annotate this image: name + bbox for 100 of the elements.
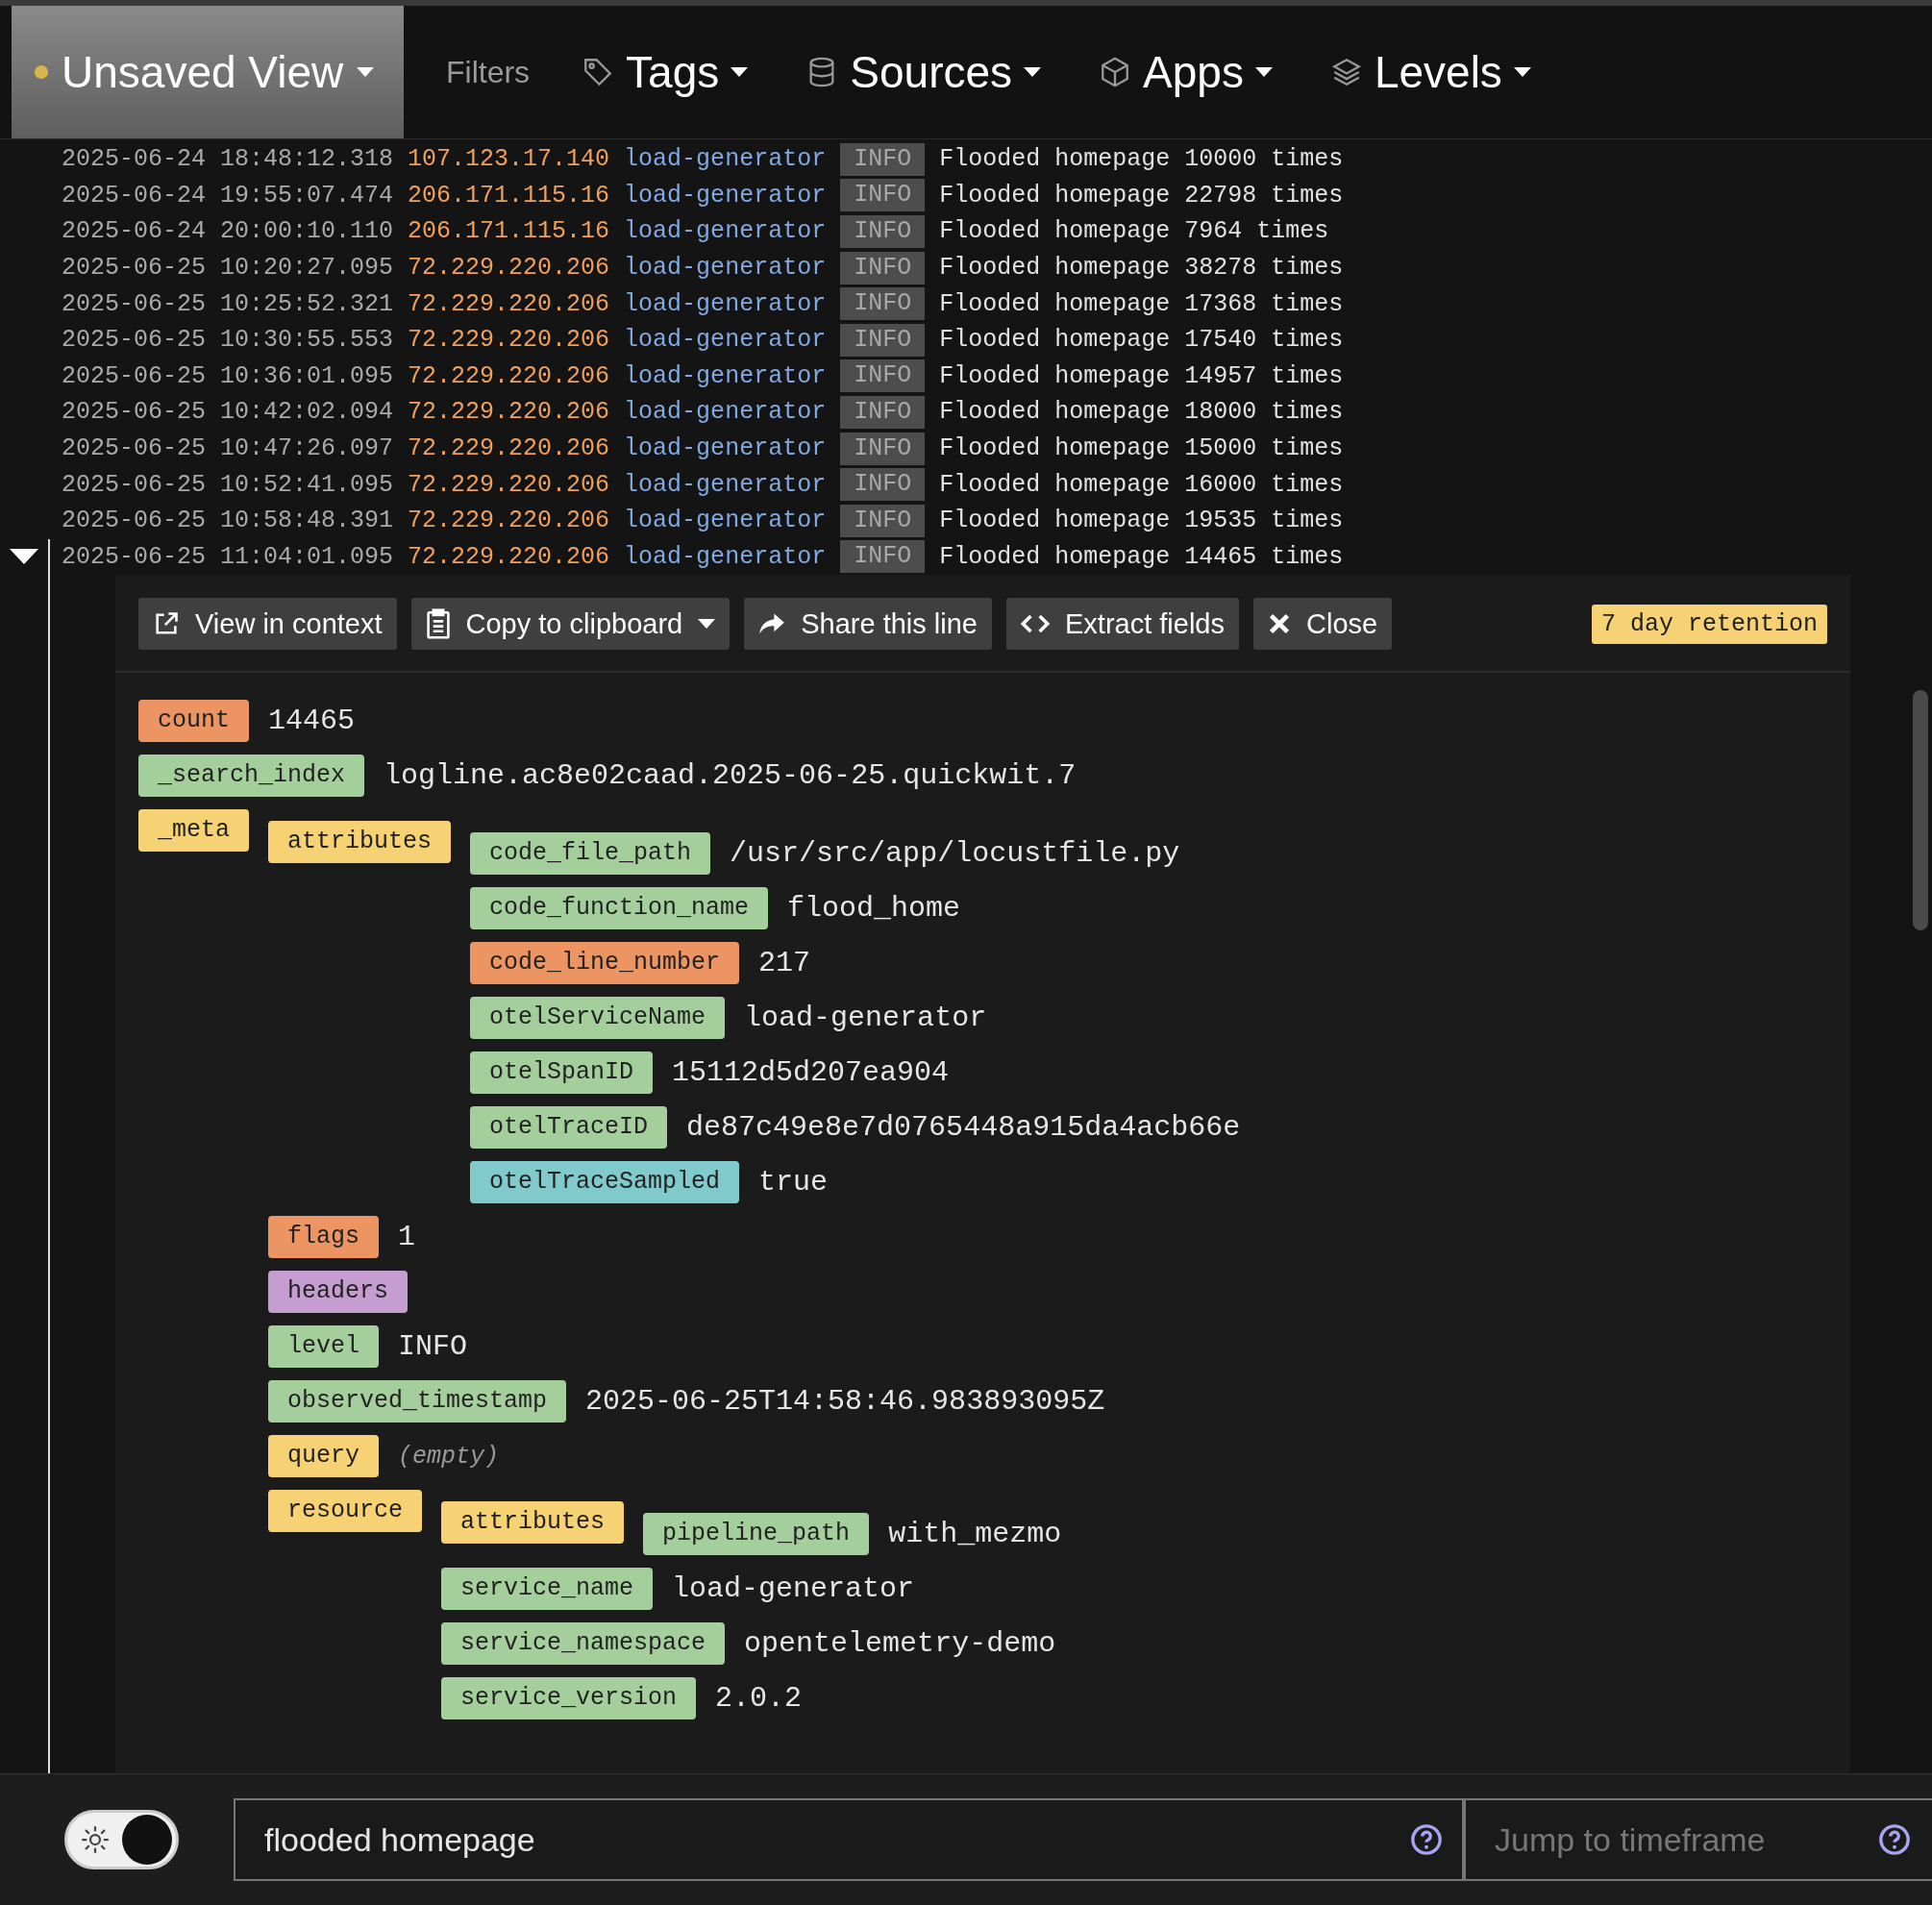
- caret-icon: [698, 619, 716, 630]
- field-value: (empty): [398, 1442, 500, 1471]
- log-host: 72.229.220.206: [408, 470, 610, 499]
- log-row[interactable]: 2025-06-24 20:00:10.110 206.171.115.16 load-generator INFO Flooded homepage 7964 times: [0, 213, 1932, 250]
- field-value: 2.0.2: [715, 1682, 803, 1716]
- field-value: 15112d5d207ea904: [672, 1056, 950, 1090]
- log-row[interactable]: 2025-06-24 19:55:07.474 206.171.115.16 load-generator INFO Flooded homepage 22798 times: [0, 177, 1932, 214]
- log-level-badge: INFO: [840, 215, 926, 248]
- log-host: 72.229.220.206: [408, 289, 610, 318]
- field-value: true: [758, 1166, 829, 1200]
- filter-menu-button[interactable]: Levels: [1324, 6, 1537, 138]
- log-app: load-generator: [624, 254, 827, 283]
- field-key-tag[interactable]: level: [268, 1325, 380, 1369]
- field-value: load-generator: [744, 1002, 987, 1035]
- field-value: 1: [398, 1221, 416, 1254]
- field-key-tag[interactable]: flags: [268, 1216, 380, 1259]
- log-level-badge: INFO: [840, 504, 926, 537]
- log-host: 72.229.220.206: [408, 361, 610, 390]
- log-app: load-generator: [624, 434, 827, 463]
- field-key-tag[interactable]: code_function_name: [470, 887, 769, 930]
- log-level-badge: INFO: [840, 142, 926, 176]
- log-host: 72.229.220.206: [408, 254, 610, 283]
- filter-menu-button[interactable]: Tags: [576, 6, 755, 138]
- help-icon[interactable]: [1410, 1823, 1443, 1856]
- log-host: 72.229.220.206: [408, 398, 610, 427]
- field-key-tag[interactable]: code_file_path: [470, 832, 711, 876]
- log-level-badge: INFO: [840, 432, 926, 465]
- log-app: load-generator: [624, 289, 827, 318]
- log-message: Flooded homepage 16000 times: [939, 470, 1344, 499]
- log-app: load-generator: [624, 398, 827, 427]
- field-key-tag[interactable]: headers: [268, 1271, 409, 1314]
- log-timestamp: 2025-06-25 10:30:55.553: [62, 326, 394, 355]
- caret-icon: [731, 67, 749, 77]
- log-row[interactable]: 2025-06-25 10:42:02.094 72.229.220.206 load-generator INFO Flooded homepage 18000 times: [0, 394, 1932, 431]
- field-value: logline.ac8e02caad.2025-06-25.quickwit.7: [384, 759, 1077, 793]
- action-button[interactable]: Share this line: [744, 598, 992, 651]
- field-key-tag[interactable]: service_name: [441, 1568, 654, 1611]
- log-app: load-generator: [624, 361, 827, 390]
- action-button[interactable]: Extract fields: [1006, 598, 1239, 651]
- log-app: load-generator: [624, 326, 827, 355]
- help-icon[interactable]: [1878, 1823, 1911, 1856]
- field-key-tag[interactable]: attributes: [268, 821, 452, 864]
- log-level-badge: INFO: [840, 359, 926, 393]
- log-level-badge: INFO: [840, 468, 926, 502]
- action-button[interactable]: View in context: [138, 598, 397, 651]
- action-button[interactable]: Close: [1253, 598, 1393, 651]
- caret-icon: [1513, 67, 1531, 77]
- log-row[interactable]: 2025-06-25 10:47:26.097 72.229.220.206 load-generator INFO Flooded homepage 15000 times: [0, 430, 1932, 467]
- log-level-badge: INFO: [840, 395, 926, 429]
- log-row[interactable]: 2025-06-25 10:58:48.391 72.229.220.206 load-generator INFO Flooded homepage 19535 times: [0, 502, 1932, 539]
- layers-icon: [1329, 56, 1363, 88]
- unsaved-dot-icon: [35, 65, 48, 79]
- log-message: Flooded homepage 14465 times: [939, 542, 1344, 571]
- log-app: load-generator: [624, 507, 827, 535]
- log-timestamp: 2025-06-25 10:36:01.095: [62, 361, 394, 390]
- log-row[interactable]: 2025-06-25 10:30:55.553 72.229.220.206 load-generator INFO Flooded homepage 17540 times: [0, 321, 1932, 359]
- field-key-tag[interactable]: _meta: [138, 809, 249, 853]
- action-button[interactable]: Copy to clipboard: [410, 598, 731, 651]
- field-key-tag[interactable]: service_namespace: [441, 1622, 726, 1666]
- log-timestamp: 2025-06-25 10:25:52.321: [62, 289, 394, 318]
- scrollbar-thumb[interactable]: [1913, 690, 1928, 931]
- log-row[interactable]: 2025-06-25 10:52:41.095 72.229.220.206 load-generator INFO Flooded homepage 16000 times: [0, 466, 1932, 503]
- search-field[interactable]: flooded homepage: [234, 1798, 1464, 1881]
- caret-icon: [1254, 67, 1273, 77]
- log-message: Flooded homepage 22798 times: [939, 181, 1344, 210]
- field-key-tag[interactable]: code_line_number: [470, 942, 740, 985]
- log-app: load-generator: [624, 145, 827, 174]
- field-key-tag[interactable]: otelSpanID: [470, 1051, 654, 1095]
- field-key-tag[interactable]: observed_timestamp: [268, 1380, 567, 1423]
- view-selector-button[interactable]: Unsaved View: [12, 6, 404, 138]
- field-key-tag[interactable]: attributes: [441, 1501, 625, 1545]
- log-app: load-generator: [624, 181, 827, 210]
- log-timestamp: 2025-06-25 10:42:02.094: [62, 398, 394, 427]
- filter-menu-button[interactable]: Apps: [1093, 6, 1278, 138]
- field-value: 2025-06-25T14:58:46.983893095Z: [585, 1385, 1105, 1419]
- caret-icon: [1024, 67, 1042, 77]
- field-key-tag[interactable]: otelTraceID: [470, 1106, 668, 1150]
- log-message: Flooded homepage 14957 times: [939, 361, 1344, 390]
- field-key-tag[interactable]: query: [268, 1435, 380, 1478]
- field-key-tag[interactable]: pipeline_path: [643, 1513, 870, 1556]
- field-key-tag[interactable]: count: [138, 700, 249, 743]
- field-key-tag[interactable]: service_version: [441, 1677, 697, 1720]
- close-icon: [1268, 612, 1291, 636]
- filter-menu-button[interactable]: Sources: [800, 6, 1048, 138]
- field-key-tag[interactable]: resource: [268, 1490, 423, 1533]
- log-row[interactable]: 2025-06-25 10:20:27.095 72.229.220.206 load-generator INFO Flooded homepage 38278 times: [0, 249, 1932, 286]
- timeframe-field[interactable]: Jump to timeframe: [1464, 1798, 1932, 1881]
- log-host: 72.229.220.206: [408, 434, 610, 463]
- log-level-badge: INFO: [840, 540, 926, 574]
- log-row[interactable]: 2025-06-25 10:25:52.321 72.229.220.206 load-generator INFO Flooded homepage 17368 times: [0, 285, 1932, 322]
- log-app: load-generator: [624, 542, 827, 571]
- field-value: 14465: [268, 705, 356, 738]
- field-value: opentelemetry-demo: [744, 1627, 1056, 1661]
- log-host: 72.229.220.206: [408, 542, 610, 571]
- log-message: Flooded homepage 38278 times: [939, 254, 1344, 283]
- field-key-tag[interactable]: otelTraceSampled: [470, 1161, 740, 1204]
- log-row[interactable]: 2025-06-25 10:36:01.095 72.229.220.206 load-generator INFO Flooded homepage 14957 times: [0, 358, 1932, 395]
- field-key-tag[interactable]: _search_index: [138, 755, 365, 798]
- field-key-tag[interactable]: otelServiceName: [470, 997, 726, 1040]
- log-row[interactable]: 2025-06-24 18:48:12.318 107.123.17.140 load-generator INFO Flooded homepage 10000 times: [0, 141, 1932, 178]
